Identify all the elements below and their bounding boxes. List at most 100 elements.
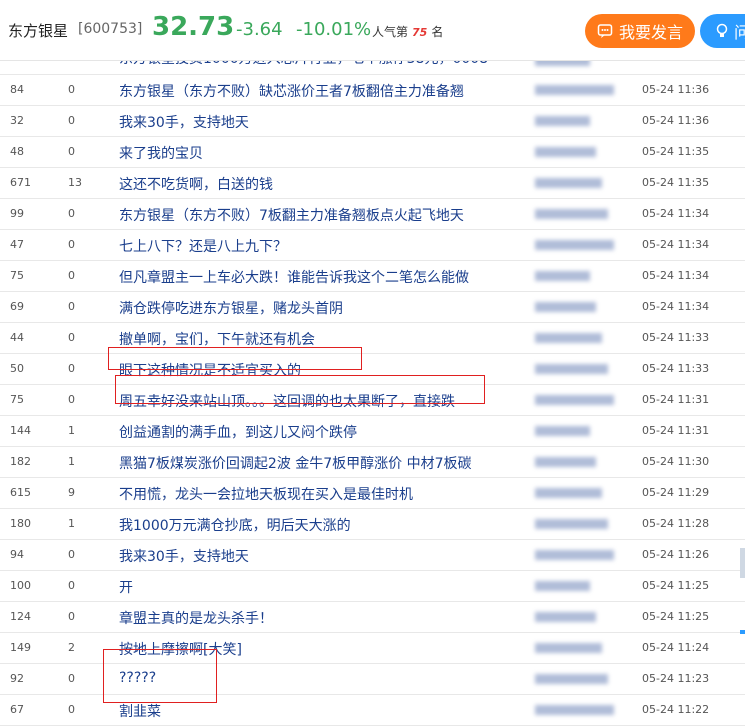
post-title-link[interactable]: 黑猫7板煤炭涨价回调起2波 金牛7板甲醇涨价 中材7板碳 <box>119 453 472 473</box>
author-name[interactable] <box>535 581 590 591</box>
post-title-link[interactable]: 周五幸好没来站山顶。。。这回调的也太果断了，直接跌 <box>119 391 455 411</box>
author-name[interactable] <box>535 519 608 529</box>
author-name[interactable] <box>535 178 602 188</box>
list-item[interactable]: 124 0 章盟主真的是龙头杀手！ 05-24 11:25 <box>0 602 745 633</box>
author-name[interactable] <box>535 426 590 436</box>
list-item[interactable]: 47 0 七上八下？还是八上九下？ 05-24 11:34 <box>0 230 745 261</box>
list-item[interactable]: 32 0 我来30手，支持地天 05-24 11:36 <box>0 106 745 137</box>
read-count: 69 <box>10 300 24 313</box>
post-time: 05-24 11:34 <box>642 300 710 313</box>
list-item[interactable]: 75 0 周五幸好没来站山顶。。。这回调的也太果断了，直接跌 05-24 11:31 <box>0 385 745 416</box>
post-title-link[interactable]: 满仓跌停吃进东方银星，赌龙头首阴 <box>119 298 343 318</box>
reply-count: 0 <box>68 579 75 592</box>
author-name[interactable] <box>535 457 596 467</box>
stock-name[interactable]: 东方银星 <box>8 20 68 41</box>
lightbulb-icon <box>716 23 728 37</box>
post-time: 05-24 11:35 <box>642 145 710 158</box>
post-title-link[interactable]: 不用慌，龙头一会拉地天板现在买入是最佳时机 <box>119 484 413 504</box>
reply-count: 0 <box>68 610 75 623</box>
read-count: 100 <box>10 579 31 592</box>
author-name[interactable] <box>535 240 614 250</box>
price-change: -3.64 <box>236 19 283 40</box>
author-name[interactable] <box>535 550 614 560</box>
price-change-percent: -10.01% <box>296 19 372 40</box>
stock-header: 东方银星 [600753] 32.73 -3.64 -10.01% 人气第 75 名… <box>0 0 745 61</box>
reply-count: 13 <box>68 176 82 189</box>
list-item[interactable]: 615 9 不用慌，龙头一会拉地天板现在买入是最佳时机 05-24 11:29 <box>0 478 745 509</box>
list-item[interactable]: 99 0 东方银星（东方不败）7板翻主力准备翘板点火起飞地天 05-24 11:34 <box>0 199 745 230</box>
stock-price: 32.73 <box>152 12 235 42</box>
list-item[interactable]: 100 0 开 05-24 11:25 <box>0 571 745 602</box>
read-count: 75 <box>10 393 24 406</box>
post-time: 05-24 11:35 <box>642 176 710 189</box>
post-list: 9155东方银星投资1000万进入芯片行业，七个涨停38元，000805-24 … <box>0 46 745 726</box>
list-item[interactable]: 50 0 眼下这种情况是不适宜买入的 05-24 11:33 <box>0 354 745 385</box>
post-title-link[interactable]: 我来30手，支持地天 <box>119 546 249 566</box>
post-title-link[interactable]: 章盟主真的是龙头杀手！ <box>119 608 273 628</box>
post-title-link[interactable]: 按地上摩擦啊[大笑] <box>119 639 242 659</box>
list-item[interactable]: 48 0 来了我的宝贝 05-24 11:35 <box>0 137 745 168</box>
author-name[interactable] <box>535 302 596 312</box>
list-item[interactable]: 182 1 黑猫7板煤炭涨价回调起2波 金牛7板甲醇涨价 中材7板碳 05-24 11… <box>0 447 745 478</box>
author-name[interactable] <box>535 147 596 157</box>
list-item[interactable]: 92 0????? 05-24 11:23 <box>0 664 745 695</box>
read-count: 75 <box>10 269 24 282</box>
reply-count: 0 <box>68 548 75 561</box>
post-button[interactable]: 我要发言 <box>585 14 695 48</box>
list-item[interactable]: 44 0 撤单啊，宝们，下午就还有机会 05-24 11:33 <box>0 323 745 354</box>
list-item[interactable]: 67 0 割韭菜 05-24 11:22 <box>0 695 745 726</box>
popularity-suffix: 名 <box>431 25 444 39</box>
post-title-link[interactable]: 开 <box>119 577 133 597</box>
reply-count: 0 <box>68 114 75 127</box>
reply-count: 0 <box>68 393 75 406</box>
ask-button[interactable]: 问 <box>700 14 745 48</box>
post-title-link[interactable]: 割韭菜 <box>119 701 161 721</box>
list-item[interactable]: 94 0 我来30手，支持地天 05-24 11:26 <box>0 540 745 571</box>
author-name[interactable] <box>535 271 590 281</box>
author-name[interactable] <box>535 333 602 343</box>
post-title-link[interactable]: 东方银星（东方不败）7板翻主力准备翘板点火起飞地天 <box>119 205 464 225</box>
stock-code: [600753] <box>78 21 143 37</box>
author-name[interactable] <box>535 488 602 498</box>
author-name[interactable] <box>535 209 608 219</box>
post-title-link[interactable]: 七上八下？还是八上九下？ <box>119 236 287 256</box>
author-name[interactable] <box>535 116 590 126</box>
post-time: 05-24 11:33 <box>642 331 710 344</box>
list-item[interactable]: 69 0 满仓跌停吃进东方银星，赌龙头首阴 05-24 11:34 <box>0 292 745 323</box>
author-name[interactable] <box>535 674 608 684</box>
popularity-rank-value: 75 <box>412 26 428 39</box>
post-title-link[interactable]: 撤单啊，宝们，下午就还有机会 <box>119 329 315 349</box>
author-name[interactable] <box>535 364 608 374</box>
author-name[interactable] <box>535 395 614 405</box>
read-count: 671 <box>10 176 31 189</box>
post-title-link[interactable]: 眼下这种情况是不适宜买入的 <box>119 360 301 380</box>
read-count: 44 <box>10 331 24 344</box>
scrollbar-marker[interactable] <box>740 548 745 578</box>
post-title-link[interactable]: 这还不吃货啊，白送的钱 <box>119 174 273 194</box>
post-time: 05-24 11:25 <box>642 610 710 623</box>
author-name[interactable] <box>535 643 602 653</box>
author-name[interactable] <box>535 612 596 622</box>
post-title-link[interactable]: 我1000万元满仓抄底，明后天大涨的 <box>119 515 351 535</box>
reply-count: 0 <box>68 300 75 313</box>
list-item[interactable]: 144 1 创益通割的满手血，到这儿又闷个跌停 05-24 11:31 <box>0 416 745 447</box>
author-name[interactable] <box>535 705 614 715</box>
list-item[interactable]: 75 0 但凡章盟主一上车必大跌！谁能告诉我这个二笔怎么能做 05-24 11:34 <box>0 261 745 292</box>
post-title-link[interactable]: 东方银星（东方不败）缺芯涨价王者7板翻倍主力准备翘 <box>119 81 464 101</box>
post-title-link[interactable]: 我来30手，支持地天 <box>119 112 249 132</box>
post-title-link[interactable]: 但凡章盟主一上车必大跌！谁能告诉我这个二笔怎么能做 <box>119 267 469 287</box>
reply-count: 9 <box>68 486 75 499</box>
list-item[interactable]: 149 2 按地上摩擦啊[大笑] 05-24 11:24 <box>0 633 745 664</box>
post-time: 05-24 11:31 <box>642 424 710 437</box>
list-item[interactable]: 671 13 这还不吃货啊，白送的钱 05-24 11:35 <box>0 168 745 199</box>
reply-count: 0 <box>68 672 75 685</box>
post-time: 05-24 11:36 <box>642 114 710 127</box>
read-count: 144 <box>10 424 31 437</box>
author-name[interactable] <box>535 85 614 95</box>
post-title-link[interactable]: ????? <box>119 670 156 686</box>
scrollbar-marker[interactable] <box>740 630 745 634</box>
list-item[interactable]: 180 1 我1000万元满仓抄底，明后天大涨的 05-24 11:28 <box>0 509 745 540</box>
post-title-link[interactable]: 创益通割的满手血，到这儿又闷个跌停 <box>119 422 357 442</box>
list-item[interactable]: 84 0 东方银星（东方不败）缺芯涨价王者7板翻倍主力准备翘 05-24 11:36 <box>0 75 745 106</box>
post-title-link[interactable]: 来了我的宝贝 <box>119 143 203 163</box>
